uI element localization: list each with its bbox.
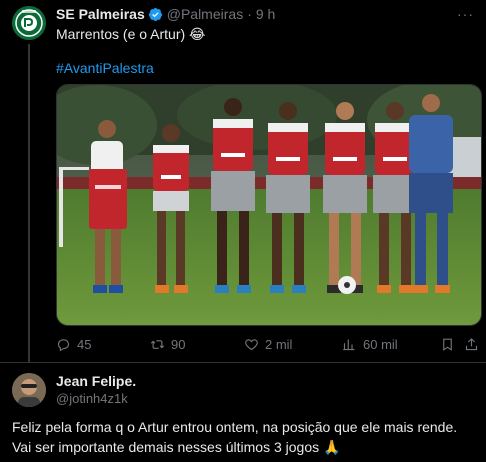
heart-icon <box>245 338 258 350</box>
views-button[interactable]: 60 mil <box>342 335 398 353</box>
tweet-actions: 45 90 2 mil 60 mil <box>56 335 482 353</box>
share-button[interactable] <box>464 335 479 353</box>
tweet-header: SE Palmeiras @Palmeiras · 9 h <box>56 5 275 23</box>
bookmark-button[interactable] <box>440 335 455 353</box>
author-handle[interactable]: @Palmeiras <box>167 6 243 22</box>
views-chart-icon <box>343 339 355 350</box>
reply-author-handle[interactable]: @jotinh4z1k <box>56 391 128 406</box>
reply-button[interactable]: 45 <box>56 335 91 353</box>
reply-avatar[interactable] <box>12 373 46 407</box>
team-photo-image <box>57 85 481 325</box>
author-name[interactable]: SE Palmeiras <box>56 6 145 22</box>
bookmark-icon <box>443 338 452 351</box>
share-icon <box>465 337 478 350</box>
reply-text: Feliz pela forma q o Artur entrou ontem,… <box>12 417 482 457</box>
verified-badge-icon <box>148 7 162 21</box>
like-count: 2 mil <box>265 336 293 352</box>
tweet-timestamp[interactable]: 9 h <box>256 6 275 22</box>
reply-icon <box>57 338 70 351</box>
tweet-photo[interactable] <box>56 84 482 326</box>
palmeiras-crest-icon[interactable] <box>12 6 46 40</box>
separator-dot: · <box>247 6 252 22</box>
reply-text-line1: Feliz pela forma q o Artur entrou ontem,… <box>12 419 458 435</box>
more-options-button[interactable]: ··· <box>457 6 474 22</box>
thread-line <box>28 44 30 362</box>
reply-count: 45 <box>77 336 92 352</box>
like-button[interactable]: 2 mil <box>244 335 292 353</box>
reply-author-name[interactable]: Jean Felipe. <box>56 373 136 389</box>
tweet-text: Marrentos (e o Artur) 😂 <box>56 26 206 42</box>
hashtag-link[interactable]: #AvantiPalestra <box>56 59 154 77</box>
reply-tweet[interactable]: Jean Felipe. @jotinh4z1k Feliz pela form… <box>0 362 486 462</box>
retweet-count: 90 <box>171 336 186 352</box>
reply-text-line2: Vai ser importante demais nesses últimos… <box>12 439 341 455</box>
retweet-button[interactable]: 90 <box>150 335 185 353</box>
views-count: 60 mil <box>363 336 398 352</box>
tweet[interactable]: SE Palmeiras @Palmeiras · 9 h ··· Marren… <box>0 0 486 362</box>
retweet-icon <box>150 339 165 349</box>
